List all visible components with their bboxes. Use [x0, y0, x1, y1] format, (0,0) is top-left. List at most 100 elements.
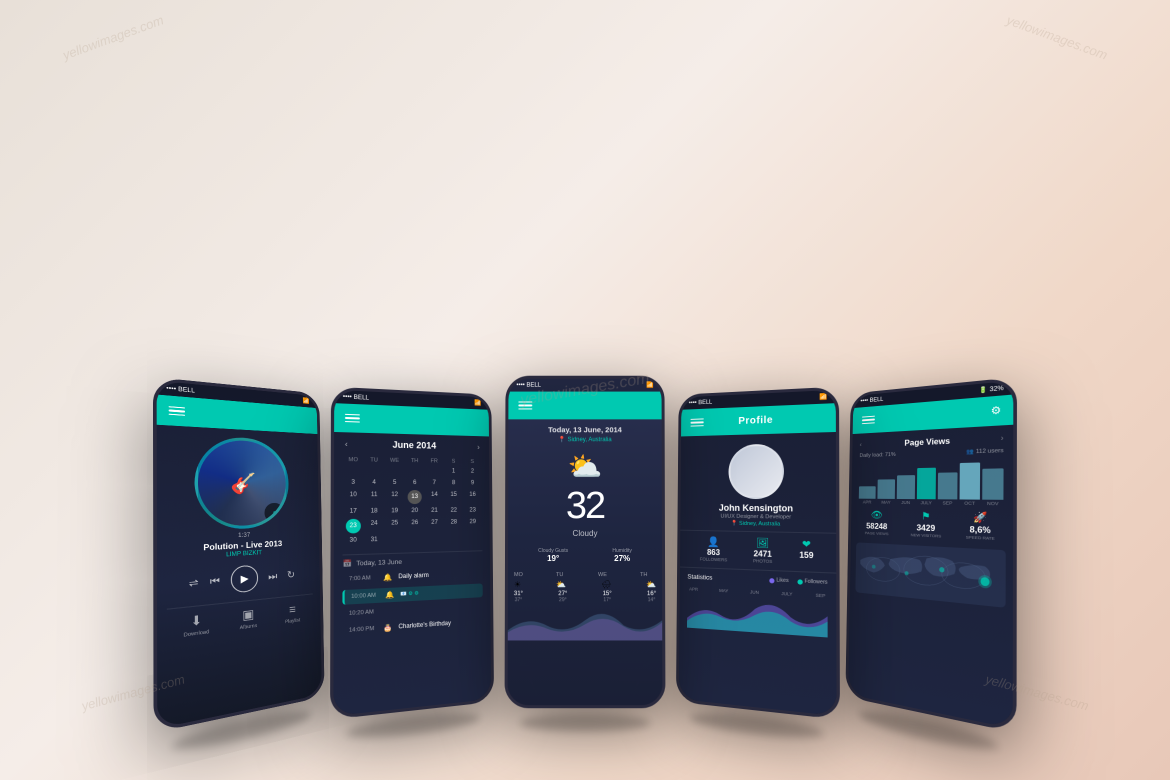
photos-label: PHOTOS	[753, 558, 772, 564]
nav-download-label: Download	[184, 629, 210, 639]
forecast-header: MO TU WE TH	[514, 571, 656, 579]
stat-followers: 👤 863 FOLLOWERS	[700, 537, 728, 562]
music-screen: •••• BELL 📶 🎸 ●	[157, 381, 322, 729]
cal-prev[interactable]: ‹	[345, 439, 348, 448]
wifi-icon-1: 📶	[303, 398, 310, 405]
signal-4: •••• BELL	[689, 399, 712, 406]
next-btn-5[interactable]: ›	[1001, 435, 1004, 443]
world-map	[850, 538, 1013, 613]
event-date: 📅 Today, 13 June	[343, 555, 483, 568]
phone-1: •••• BELL 📶 🎸 ●	[153, 377, 325, 733]
analytics-screen: •••• BELL 🔋 32% ⚙ ‹ Page Views ›	[848, 381, 1013, 729]
albums-icon: ▣	[242, 607, 254, 623]
cal-next[interactable]: ›	[477, 442, 480, 451]
weather-desc: Cloudy	[508, 529, 662, 538]
prev-btn-5[interactable]: ‹	[860, 442, 862, 449]
profile-screen: •••• BELL 📶 Profile John Kensington UI/U…	[679, 390, 837, 716]
weather-stats: Cloudy Gusts 19° Humidity 27%	[508, 542, 662, 569]
status-bar-3: •••• BELL 📶	[508, 379, 661, 392]
nav-playlist[interactable]: ≡ Playlist	[285, 602, 301, 626]
weather-wave	[508, 610, 662, 640]
stat-likes: ❤ 159	[799, 539, 813, 565]
eye-icon: 👁	[865, 510, 889, 521]
menu-icon-2[interactable]	[345, 414, 360, 423]
bar-may: MAY	[877, 462, 895, 505]
followers-dot	[797, 579, 802, 584]
phone-4-wrapper: •••• BELL 📶 Profile John Kensington UI/U…	[676, 387, 840, 745]
metric-visitors: ⚑ 3429 NEW VISITORS	[911, 511, 942, 538]
signal-1: •••• BELL	[166, 385, 195, 394]
legend-likes: Likes	[769, 577, 788, 584]
play-btn[interactable]: ▶	[231, 565, 259, 594]
forecast-icons: ☀ ⛅ 🌧 ⛅	[514, 579, 656, 590]
phone-3: •••• BELL 📶 Today, 13 June, 2014 📍 Sidne…	[505, 376, 666, 709]
profile-avatar	[728, 444, 784, 500]
flag-icon: ⚑	[911, 511, 941, 523]
weather-screen: •••• BELL 📶 Today, 13 June, 2014 📍 Sidne…	[508, 379, 663, 706]
bar-sep: SEP	[938, 460, 958, 506]
speed-label: SPEED RATE	[966, 534, 995, 541]
header-4: Profile	[681, 403, 836, 436]
profile-location: 📍 Sidney, Australia	[680, 520, 836, 529]
nav-download[interactable]: ⬇ Download	[183, 612, 209, 639]
profile-wave	[687, 593, 828, 637]
next-btn[interactable]: ⏭	[268, 571, 277, 583]
nav-albums[interactable]: ▣ Albums	[239, 606, 257, 631]
page-views-title: Page Views	[904, 432, 950, 451]
bar-apr: APR	[859, 462, 876, 504]
signal-2: •••• BELL	[343, 394, 369, 401]
calendar-screen: •••• BELL 📶 ‹ June 2014 › MO	[333, 390, 491, 716]
nav-albums-label: Albums	[240, 623, 258, 631]
photos-icon: 🖼	[753, 538, 772, 550]
wifi-icon-3: 📶	[646, 382, 653, 389]
chart-legend: Likes Followers	[769, 577, 827, 586]
prev-btn[interactable]: ⏮	[210, 575, 220, 587]
cal-month: June 2014	[392, 440, 436, 451]
menu-icon-5[interactable]	[862, 415, 875, 424]
bar-oct: OCT	[960, 459, 981, 506]
album-art: 🎸 ●	[194, 435, 289, 530]
phone-2: •••• BELL 📶 ‹ June 2014 › MO	[330, 387, 494, 720]
shuffle-btn[interactable]: ⇌	[189, 577, 199, 590]
bar-jun: JUN	[897, 461, 916, 505]
stat-cloudy: Cloudy Gusts 19°	[538, 548, 568, 563]
spacer-1	[295, 419, 308, 420]
forecast-temps: 31° 37° 27° 29° 15° 17° 16°	[514, 590, 656, 604]
weather-date: Today, 13 June, 2014	[508, 425, 661, 434]
followers-label: FOLLOWERS	[700, 556, 727, 562]
cal-header: ‹ June 2014 ›	[334, 432, 489, 458]
weather-icon-large: ⛅	[508, 450, 662, 483]
menu-icon-3[interactable]	[518, 401, 532, 409]
gear-icon-5[interactable]: ⚙	[991, 405, 1002, 417]
likes-icon: ❤	[799, 539, 813, 551]
likes-dot	[769, 578, 774, 583]
pageviews-label: PAGE VIEWS	[865, 530, 889, 536]
battery-5: 🔋 32%	[979, 385, 1004, 395]
spacer-4	[810, 418, 825, 419]
alarm-icon: 🔔	[383, 573, 392, 582]
map-bg	[855, 542, 1005, 607]
download-icon: ⬇	[191, 613, 203, 630]
avatar-wrap	[680, 432, 836, 504]
repeat-btn[interactable]: ↻	[287, 569, 295, 580]
phone-2-wrapper: •••• BELL 📶 ‹ June 2014 › MO	[330, 387, 494, 745]
profile-name: John Kensington	[680, 503, 836, 514]
signal-5: •••• BELL	[860, 396, 883, 404]
menu-icon-4[interactable]	[690, 418, 703, 427]
event-icon-1: 🔔	[385, 591, 394, 600]
phone-3-wrapper: •••• BELL 📶 Today, 13 June, 2014 📍 Sidne…	[504, 376, 665, 732]
cal-divider	[343, 550, 483, 555]
calendar-icon: 📅	[343, 559, 352, 568]
cal-events: 📅 Today, 13 June 7:00 AM 🔔 Daily alarm 1…	[334, 555, 491, 642]
profile-title: Profile	[738, 414, 773, 426]
nav-playlist-label: Playlist	[285, 617, 300, 625]
visitors-label: NEW VISITORS	[911, 532, 941, 538]
phones-container: •••• BELL 📶 🎸 ●	[185, 50, 985, 730]
profile-chart: Statistics Likes Followers	[679, 567, 836, 644]
wifi-icon-2: 📶	[474, 400, 481, 407]
cal-grid: MO TU WE TH FR S S 1	[334, 455, 490, 551]
menu-icon-1[interactable]	[169, 406, 185, 416]
chart-title: Statistics	[687, 574, 712, 582]
metric-speed: 🚀 8,6% SPEED RATE	[966, 512, 995, 541]
phone-3-shadow	[520, 714, 651, 731]
